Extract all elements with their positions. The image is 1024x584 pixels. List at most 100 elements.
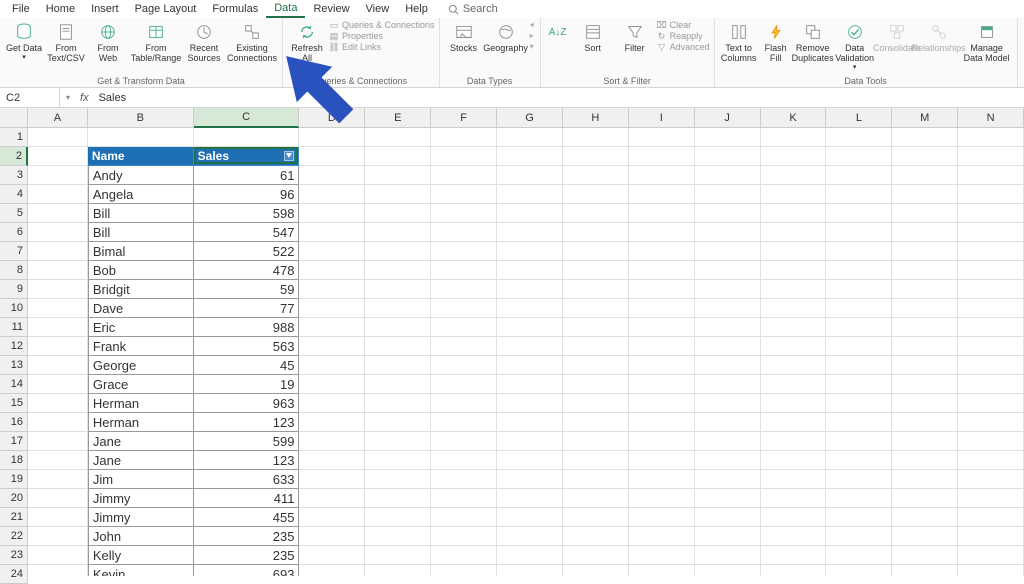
cell-J4[interactable] (695, 185, 761, 204)
cell-I8[interactable] (629, 261, 695, 280)
cell-M14[interactable] (892, 375, 958, 394)
cell-B15[interactable]: Herman (88, 394, 194, 413)
cell-L2[interactable] (826, 147, 892, 166)
cell-D10[interactable] (299, 299, 365, 318)
cell-J9[interactable] (695, 280, 761, 299)
tab-formulas[interactable]: Formulas (204, 1, 266, 17)
cell-B21[interactable]: Jimmy (88, 508, 194, 527)
cell-K17[interactable] (761, 432, 827, 451)
cell-M10[interactable] (892, 299, 958, 318)
cell-K4[interactable] (761, 185, 827, 204)
cell-M11[interactable] (892, 318, 958, 337)
cell-J24[interactable] (695, 565, 761, 576)
cell-E14[interactable] (365, 375, 431, 394)
cell-G3[interactable] (497, 166, 563, 185)
cell-D8[interactable] (299, 261, 365, 280)
cell-H18[interactable] (563, 451, 629, 470)
row-header-6[interactable]: 6 (0, 223, 28, 242)
cell-J6[interactable] (695, 223, 761, 242)
cell-K8[interactable] (761, 261, 827, 280)
cell-F7[interactable] (431, 242, 497, 261)
cell-H9[interactable] (563, 280, 629, 299)
cell-D11[interactable] (299, 318, 365, 337)
cell-A23[interactable] (28, 546, 88, 565)
row-header-17[interactable]: 17 (0, 432, 28, 451)
row-header-11[interactable]: 11 (0, 318, 28, 337)
cell-C5[interactable]: 598 (194, 204, 300, 223)
cell-M8[interactable] (892, 261, 958, 280)
advanced-filter-button[interactable]: ▽Advanced (657, 42, 710, 52)
cell-E21[interactable] (365, 508, 431, 527)
cell-F23[interactable] (431, 546, 497, 565)
row-header-21[interactable]: 21 (0, 508, 28, 527)
cell-I1[interactable] (629, 128, 695, 147)
cell-C6[interactable]: 547 (194, 223, 300, 242)
row-header-7[interactable]: 7 (0, 242, 28, 261)
cell-K16[interactable] (761, 413, 827, 432)
cell-E13[interactable] (365, 356, 431, 375)
cell-I17[interactable] (629, 432, 695, 451)
cell-G15[interactable] (497, 394, 563, 413)
cell-I18[interactable] (629, 451, 695, 470)
cell-I12[interactable] (629, 337, 695, 356)
cells-area[interactable]: NameSalesAndy61Angela96Bill598Bill547Bim… (28, 128, 1024, 576)
cell-A14[interactable] (28, 375, 88, 394)
cell-C21[interactable]: 455 (194, 508, 300, 527)
cell-A2[interactable] (28, 147, 88, 166)
cell-F16[interactable] (431, 413, 497, 432)
cell-H2[interactable] (563, 147, 629, 166)
cell-F15[interactable] (431, 394, 497, 413)
cell-C1[interactable] (194, 128, 300, 147)
row-header-9[interactable]: 9 (0, 280, 28, 299)
cell-E16[interactable] (365, 413, 431, 432)
cell-F21[interactable] (431, 508, 497, 527)
cell-G6[interactable] (497, 223, 563, 242)
column-header-B[interactable]: B (88, 108, 194, 128)
cell-L7[interactable] (826, 242, 892, 261)
cell-I9[interactable] (629, 280, 695, 299)
cell-I11[interactable] (629, 318, 695, 337)
cell-K12[interactable] (761, 337, 827, 356)
cell-N16[interactable] (958, 413, 1024, 432)
cell-G1[interactable] (497, 128, 563, 147)
cell-G19[interactable] (497, 470, 563, 489)
column-header-L[interactable]: L (826, 108, 892, 128)
cell-L24[interactable] (826, 565, 892, 576)
cell-N11[interactable] (958, 318, 1024, 337)
cell-A10[interactable] (28, 299, 88, 318)
cell-K24[interactable] (761, 565, 827, 576)
cell-A18[interactable] (28, 451, 88, 470)
cell-J18[interactable] (695, 451, 761, 470)
cell-C7[interactable]: 522 (194, 242, 300, 261)
cell-M3[interactable] (892, 166, 958, 185)
cell-E7[interactable] (365, 242, 431, 261)
cell-G21[interactable] (497, 508, 563, 527)
cell-E24[interactable] (365, 565, 431, 576)
cell-M6[interactable] (892, 223, 958, 242)
cell-H17[interactable] (563, 432, 629, 451)
cell-B20[interactable]: Jimmy (88, 489, 194, 508)
queries-connections-button[interactable]: ▭Queries & Connections (329, 20, 435, 30)
cell-K20[interactable] (761, 489, 827, 508)
cell-N22[interactable] (958, 527, 1024, 546)
cell-L22[interactable] (826, 527, 892, 546)
cell-D20[interactable] (299, 489, 365, 508)
cell-C11[interactable]: 988 (194, 318, 300, 337)
cell-G10[interactable] (497, 299, 563, 318)
row-header-18[interactable]: 18 (0, 451, 28, 470)
column-header-I[interactable]: I (629, 108, 695, 128)
cell-K13[interactable] (761, 356, 827, 375)
cell-C9[interactable]: 59 (194, 280, 300, 299)
cell-D15[interactable] (299, 394, 365, 413)
cell-A4[interactable] (28, 185, 88, 204)
cell-I19[interactable] (629, 470, 695, 489)
column-header-F[interactable]: F (431, 108, 497, 128)
row-header-5[interactable]: 5 (0, 204, 28, 223)
cell-B8[interactable]: Bob (88, 261, 194, 280)
recent-sources-button[interactable]: Recent Sources (184, 20, 224, 66)
cell-H14[interactable] (563, 375, 629, 394)
cell-G5[interactable] (497, 204, 563, 223)
cell-A13[interactable] (28, 356, 88, 375)
cell-M16[interactable] (892, 413, 958, 432)
cell-N23[interactable] (958, 546, 1024, 565)
